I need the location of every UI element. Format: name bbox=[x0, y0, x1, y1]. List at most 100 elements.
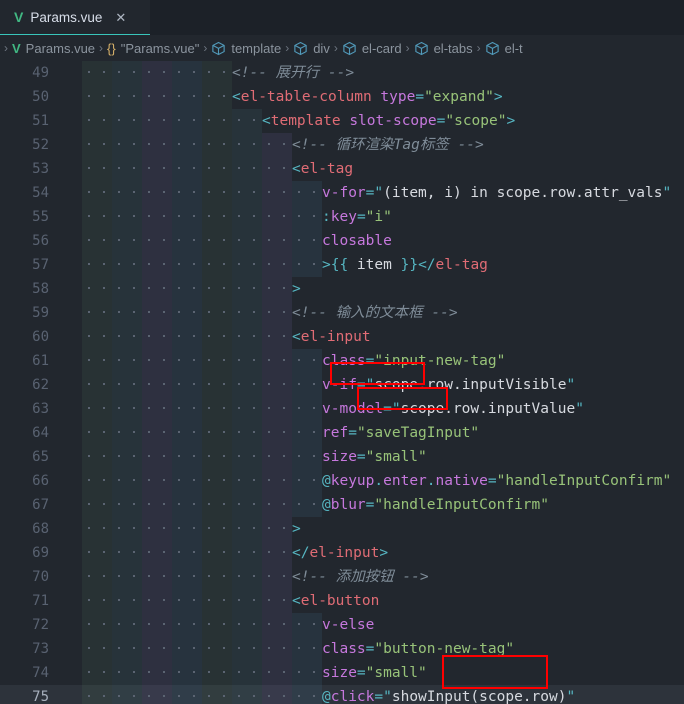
breadcrumb-item-template[interactable]: template bbox=[211, 40, 281, 56]
indent-guide bbox=[112, 421, 142, 445]
code-line[interactable]: 50 <el-table-column type="expand"> bbox=[0, 85, 684, 109]
breadcrumb: › V Params.vue ›{} "Params.vue" › template › div… bbox=[0, 35, 684, 61]
indent-guide bbox=[232, 109, 262, 133]
indent-guides bbox=[82, 589, 292, 613]
indent-guide bbox=[262, 517, 292, 541]
indent-guide bbox=[262, 421, 292, 445]
indent-guide bbox=[202, 85, 232, 109]
code-line[interactable]: 68 > bbox=[0, 517, 684, 541]
indent-guide bbox=[262, 157, 292, 181]
code-line[interactable]: 66 @keyup.enter.native="handleInputConfir… bbox=[0, 469, 684, 493]
indent-guide bbox=[172, 205, 202, 229]
code-text: :key="i" bbox=[322, 209, 392, 225]
breadcrumb-item-params-vue[interactable]: V Params.vue bbox=[12, 41, 95, 56]
indent-guide bbox=[292, 181, 322, 205]
code-line[interactable]: 58 > bbox=[0, 277, 684, 301]
code-line[interactable]: 74 size="small" bbox=[0, 661, 684, 685]
indent-guide bbox=[82, 589, 112, 613]
indent-guide bbox=[232, 133, 262, 157]
line-number: 70 bbox=[32, 569, 49, 585]
breadcrumb-item-el-card[interactable]: el-card bbox=[342, 40, 402, 56]
indent-guide bbox=[202, 253, 232, 277]
indent-guide bbox=[172, 349, 202, 373]
indent-guide bbox=[232, 685, 262, 704]
indent-guide bbox=[292, 253, 322, 277]
code-line[interactable]: 57 >{{ item }}</el-tag bbox=[0, 253, 684, 277]
indent-guide bbox=[292, 469, 322, 493]
code-line[interactable]: 59 <!-- 输入的文本框 --> bbox=[0, 301, 684, 325]
code-line[interactable]: 73 class="button-new-tag" bbox=[0, 637, 684, 661]
breadcrumb-item-el-t[interactable]: el-t bbox=[485, 40, 523, 56]
code-editor[interactable]: 49 <!-- 展开行 --> 50 <el-table-column type="e… bbox=[0, 61, 684, 704]
code-line[interactable]: 52 <!-- 循环渲染Tag标签 --> bbox=[0, 133, 684, 157]
code-line[interactable]: 62 v-if="scope.row.inputVisible" bbox=[0, 373, 684, 397]
indent-guide bbox=[232, 445, 262, 469]
close-tab-icon[interactable]: ✕ bbox=[115, 11, 126, 24]
breadcrumb-item--params-vue-[interactable]: {} "Params.vue" bbox=[107, 41, 199, 56]
code-line[interactable]: 64 ref="saveTagInput" bbox=[0, 421, 684, 445]
code-line[interactable]: 75 @click="showInput(scope.row)" bbox=[0, 685, 684, 704]
code-line[interactable]: 61 class="input-new-tag" bbox=[0, 349, 684, 373]
indent-guide bbox=[82, 181, 112, 205]
indent-guide bbox=[172, 373, 202, 397]
breadcrumb-item-el-tabs[interactable]: el-tabs bbox=[414, 40, 473, 56]
indent-guide bbox=[232, 613, 262, 637]
vue-file-icon: V bbox=[12, 40, 21, 56]
indent-guide bbox=[82, 517, 112, 541]
indent-guide bbox=[112, 469, 142, 493]
editor-tab-params-vue[interactable]: V Params.vue ✕ bbox=[0, 0, 150, 35]
code-text: class="input-new-tag" bbox=[322, 353, 506, 369]
indent-guide bbox=[172, 85, 202, 109]
indent-guide bbox=[82, 229, 112, 253]
indent-guides bbox=[82, 685, 322, 704]
code-line[interactable]: 65 size="small" bbox=[0, 445, 684, 469]
code-line[interactable]: 72 v-else bbox=[0, 613, 684, 637]
indent-guide bbox=[202, 445, 232, 469]
code-line[interactable]: 70 <!-- 添加按钮 --> bbox=[0, 565, 684, 589]
code-line[interactable]: 51 <template slot-scope="scope"> bbox=[0, 109, 684, 133]
line-number: 72 bbox=[32, 617, 49, 633]
indent-guide bbox=[292, 397, 322, 421]
indent-guides bbox=[82, 613, 322, 637]
indent-guide bbox=[142, 157, 172, 181]
breadcrumb-item-label: el-t bbox=[504, 40, 523, 56]
indent-guide bbox=[142, 661, 172, 685]
indent-guide bbox=[232, 421, 262, 445]
code-text: <!-- 输入的文本框 --> bbox=[292, 305, 458, 321]
code-line[interactable]: 54 v-for="(item, i) in scope.row.attr_val… bbox=[0, 181, 684, 205]
breadcrumb-item-div[interactable]: div bbox=[293, 40, 330, 56]
code-line[interactable]: 53 <el-tag bbox=[0, 157, 684, 181]
indent-guide bbox=[82, 133, 112, 157]
code-line[interactable]: 71 <el-button bbox=[0, 589, 684, 613]
indent-guide bbox=[142, 637, 172, 661]
code-line[interactable]: 60 <el-input bbox=[0, 325, 684, 349]
indent-guide bbox=[232, 325, 262, 349]
breadcrumb-separator: › bbox=[405, 41, 410, 55]
indent-guide bbox=[202, 133, 232, 157]
indent-guide bbox=[292, 685, 322, 704]
code-line[interactable]: 55:key="i" bbox=[0, 205, 684, 229]
indent-guide bbox=[82, 661, 112, 685]
code-text: v-for="(item, i) in scope.row.attr_vals" bbox=[322, 185, 672, 201]
indent-guide bbox=[202, 589, 232, 613]
code-line[interactable]: 67 @blur="handleInputConfirm" bbox=[0, 493, 684, 517]
symbol-cube-icon bbox=[293, 40, 308, 56]
indent-guide bbox=[172, 493, 202, 517]
code-line[interactable]: 69 </el-input> bbox=[0, 541, 684, 565]
breadcrumb-separator: › bbox=[4, 41, 8, 55]
indent-guide bbox=[232, 637, 262, 661]
line-number: 59 bbox=[32, 305, 49, 321]
code-line[interactable]: 49 <!-- 展开行 --> bbox=[0, 61, 684, 85]
indent-guide bbox=[82, 685, 112, 704]
indent-guide bbox=[112, 157, 142, 181]
indent-guide bbox=[292, 205, 322, 229]
indent-guide bbox=[262, 589, 292, 613]
code-text: closable bbox=[322, 233, 392, 249]
indent-guide bbox=[172, 445, 202, 469]
indent-guide bbox=[82, 325, 112, 349]
indent-guide bbox=[292, 349, 322, 373]
line-number: 50 bbox=[32, 89, 49, 105]
code-line[interactable]: 56 closable bbox=[0, 229, 684, 253]
indent-guide bbox=[112, 565, 142, 589]
code-line[interactable]: 63 v-model="scope.row.inputValue" bbox=[0, 397, 684, 421]
